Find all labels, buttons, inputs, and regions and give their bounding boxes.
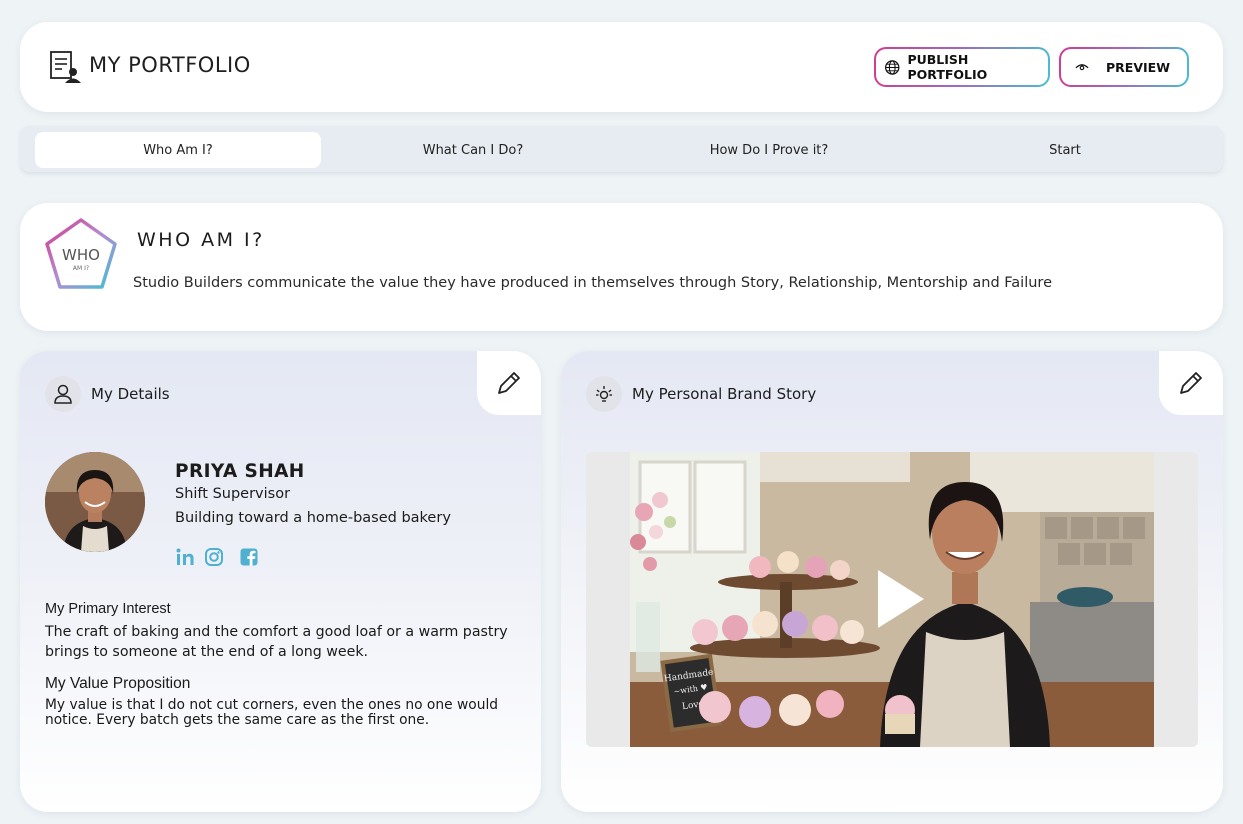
play-icon[interactable] [876,568,926,630]
who-am-i-section: WHO AM I? WHO AM I? Studio Builders comm… [20,203,1223,331]
eye-icon [1075,64,1089,71]
preview-label: PREVIEW [1106,59,1170,75]
portfolio-document-icon [50,51,81,83]
section-description: Studio Builders communicate the value th… [133,275,1052,291]
who-am-i-badge-icon: WHO AM I? [45,218,117,289]
publish-portfolio-label: PUBLISH PORTFOLIO [907,52,988,82]
brand-story-video[interactable]: Handmade ~with ♥ Love [586,452,1198,747]
tab-who-am-i[interactable]: Who Am I? [35,132,321,168]
header-bar: MY PORTFOLIO PUBLISH PORTFOLIO PREVIEW [20,22,1223,112]
tab-start[interactable]: Start [922,132,1208,168]
preview-button[interactable]: PREVIEW [1059,47,1189,87]
primary-interest-text: The craft of baking and the comfort a go… [45,624,508,660]
publish-portfolio-button[interactable]: PUBLISH PORTFOLIO [874,47,1050,87]
sparkle-bulb-icon [586,376,622,412]
linkedin-icon[interactable] [175,547,195,567]
my-details-card: My Details PRIYA SHAH Shift Supervisor B… [20,351,541,812]
profile-name: PRIYA SHAH [175,461,305,482]
facebook-icon[interactable] [239,547,259,567]
globe-icon [885,59,900,75]
tab-what-can-i-do[interactable]: What Can I Do? [330,132,616,168]
tab-how-do-i-prove-it[interactable]: How Do I Prove it? [626,132,912,168]
my-details-title: My Details [91,385,170,403]
page-title: MY PORTFOLIO [89,53,251,77]
value-proposition-text: My value is that I do not cut corners, e… [45,697,499,728]
badge-text: WHO [62,246,100,264]
profile-role: Shift Supervisor [175,486,291,502]
badge-subtext: AM I? [73,265,89,272]
instagram-icon[interactable] [204,547,224,567]
avatar [45,452,145,552]
value-proposition-label: My Value Proposition [45,675,191,692]
section-tabs: Who Am I? What Can I Do? How Do I Prove … [20,126,1223,172]
brand-story-title: My Personal Brand Story [632,385,817,403]
primary-interest-label: My Primary Interest [45,601,171,617]
social-links [175,547,259,567]
edit-brand-story-button[interactable] [1159,351,1223,415]
pencil-icon [1180,372,1202,394]
section-heading: WHO AM I? [137,229,265,251]
edit-details-button[interactable] [477,351,541,415]
brand-story-card: My Personal Brand Story Handmade ~with ♥… [561,351,1223,812]
person-icon [45,376,81,412]
profile-goal: Building toward a home-based bakery [175,510,451,526]
pencil-icon [498,372,520,394]
